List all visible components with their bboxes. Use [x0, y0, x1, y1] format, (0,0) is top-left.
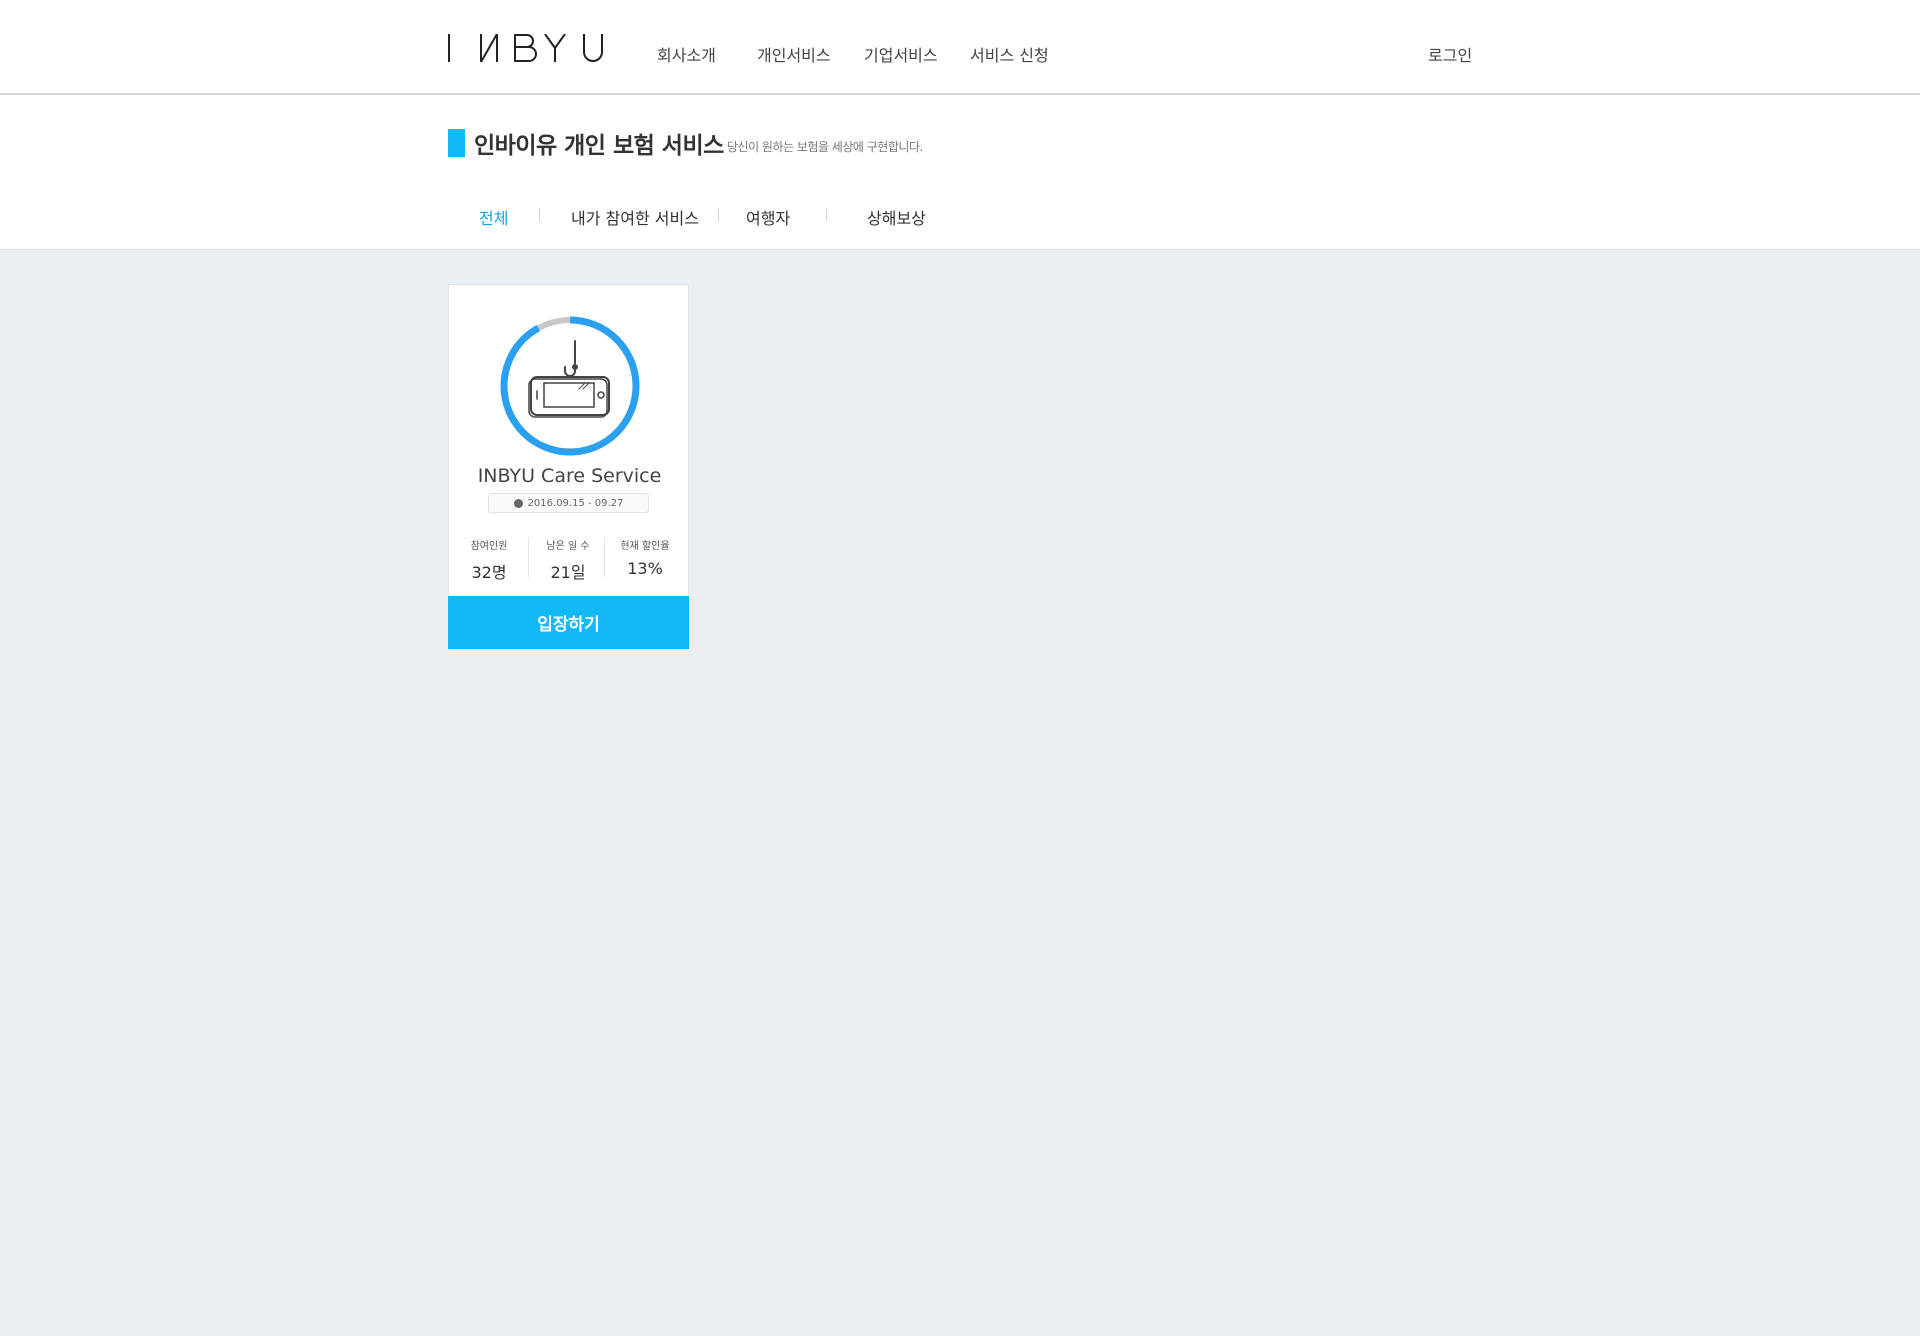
- date-range-text: 2016.09.15 - 09.27: [527, 497, 624, 509]
- nav-company[interactable]: 회사소개: [657, 42, 716, 66]
- ring-progress: [500, 316, 640, 456]
- stat-value: 32명: [471, 563, 507, 582]
- service-card[interactable]: INBYU Care Service 2016.09.15 - 09.27 참여…: [448, 284, 689, 649]
- stat-label: 남은 일 수: [546, 541, 590, 552]
- logo-icon: [448, 34, 603, 62]
- stat-discount: 현재 할인율 13%: [607, 537, 683, 578]
- stat-label: 참여인원: [470, 541, 508, 552]
- stat-value: 13%: [627, 559, 663, 578]
- phone-hook-icon: [528, 340, 610, 418]
- progress-ring: [499, 315, 641, 457]
- clock-icon: [513, 498, 523, 508]
- stat-separator: [604, 537, 605, 577]
- stat-label: 현재 할인율: [620, 541, 670, 552]
- page-subheader: 인바이유 개인 보험 서비스 당신이 원하는 보험을 세상에 구현합니다. 전체…: [0, 95, 1920, 250]
- nav-service-apply[interactable]: 서비스 신청: [970, 42, 1049, 66]
- service-name: INBYU Care Service: [477, 465, 662, 487]
- stat-participants: 참여인원 32명: [451, 537, 527, 583]
- tab-traveler[interactable]: 여행자: [746, 205, 790, 229]
- stat-days-left: 남은 일 수 21일: [530, 537, 606, 583]
- tab-separator: [718, 208, 719, 222]
- enter-button[interactable]: 입장하기: [448, 596, 689, 649]
- tab-separator: [826, 208, 827, 222]
- stat-separator: [528, 537, 529, 577]
- stat-value: 21일: [550, 563, 586, 582]
- tab-my-services[interactable]: 내가 참여한 서비스: [571, 205, 699, 229]
- tab-injury[interactable]: 상해보상: [867, 205, 926, 229]
- tab-separator: [539, 208, 540, 222]
- login-link[interactable]: 로그인: [1428, 42, 1472, 66]
- nav-business-service[interactable]: 기업서비스: [864, 42, 938, 66]
- top-header: 회사소개 개인서비스 기업서비스 서비스 신청 로그인: [0, 0, 1920, 95]
- title-accent-bar: [448, 129, 465, 157]
- nav-personal-service[interactable]: 개인서비스: [757, 42, 831, 66]
- page-subtitle: 당신이 원하는 보험을 세상에 구현합니다.: [727, 140, 923, 154]
- inbyu-logo[interactable]: [448, 34, 604, 62]
- date-range-badge: 2016.09.15 - 09.27: [488, 493, 649, 513]
- tab-all[interactable]: 전체: [479, 205, 508, 229]
- page-title: 인바이유 개인 보험 서비스: [474, 133, 724, 159]
